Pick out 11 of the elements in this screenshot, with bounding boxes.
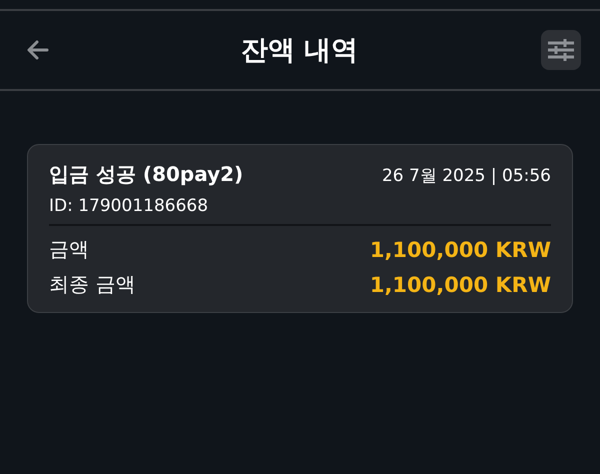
amount-value: 1,100,000 KRW [370,272,551,296]
amount-label: 최종 금액 [49,271,136,298]
page-title: 잔액 내역 [240,34,358,68]
sliders-icon [547,38,575,62]
back-arrow-icon [27,40,49,60]
filter-button[interactable] [541,30,581,70]
transaction-title: 입금 성공 (80pay2) [49,161,244,188]
transaction-date: 26 7월 2025 | 05:56 [382,165,551,187]
amount-label: 금액 [49,236,89,263]
transaction-id: ID: 179001186668 [49,196,551,226]
amount-value: 1,100,000 KRW [370,238,551,262]
